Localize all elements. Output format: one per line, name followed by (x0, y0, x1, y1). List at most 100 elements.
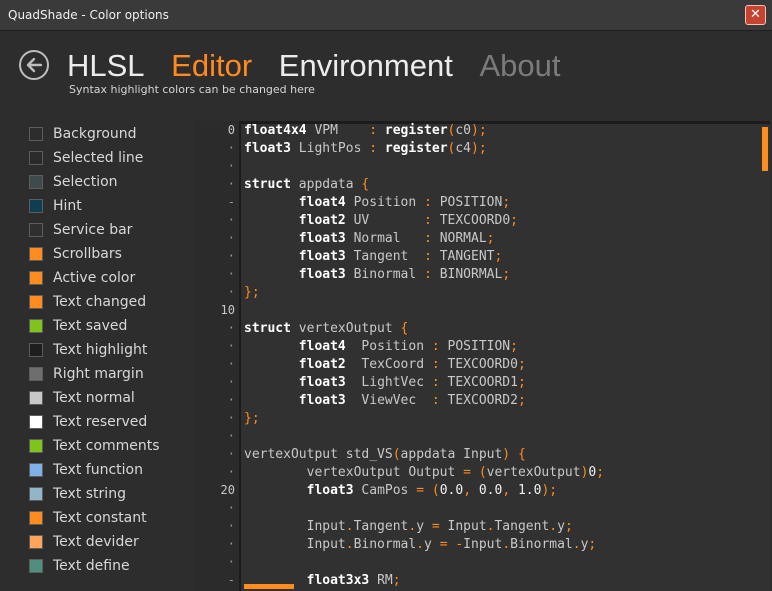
color-option-label: Text normal (53, 390, 135, 406)
line-number: · (227, 213, 235, 227)
color-swatch[interactable] (29, 559, 43, 573)
code-line: }; (244, 285, 260, 300)
color-option-item[interactable]: Text devider (29, 530, 189, 554)
color-option-item[interactable]: Right margin (29, 362, 189, 386)
code-token: float3 (244, 141, 291, 156)
code-line: float3 ViewVec : TEXCOORD2; (244, 393, 526, 408)
color-swatch[interactable] (29, 295, 43, 309)
color-swatch[interactable] (29, 463, 43, 477)
line-number: · (227, 429, 235, 443)
tab-environment[interactable]: Environment (279, 48, 453, 84)
code-line: Input.Binormal.y = -Input.Binormal.y; (244, 537, 597, 552)
color-swatch[interactable] (29, 247, 43, 261)
code-token: register (384, 123, 448, 138)
color-option-item[interactable]: Text comments (29, 434, 189, 458)
color-swatch[interactable] (29, 415, 43, 429)
color-swatch[interactable] (29, 127, 43, 141)
color-swatch[interactable] (29, 391, 43, 405)
code-token: appdata Input (400, 447, 503, 462)
line-number: · (227, 231, 235, 245)
code-line: float4x4 VPM : register(c0); (244, 123, 487, 138)
color-option-item[interactable]: Text changed (29, 290, 189, 314)
color-option-item[interactable]: Text define (29, 554, 189, 578)
line-number: · (227, 159, 235, 173)
color-option-item[interactable]: Service bar (29, 218, 189, 242)
tab-hlsl[interactable]: HLSL (67, 48, 145, 84)
color-swatch[interactable] (29, 175, 43, 189)
color-option-item[interactable]: Text reserved (29, 410, 189, 434)
code-token: RM (369, 573, 393, 588)
color-swatch[interactable] (29, 319, 43, 333)
code-token: struct (244, 177, 291, 192)
tab-about[interactable]: About (479, 48, 560, 84)
color-option-item[interactable]: Active color (29, 266, 189, 290)
code-token: : (369, 141, 378, 156)
color-option-item[interactable]: Selection (29, 170, 189, 194)
color-swatch[interactable] (29, 343, 43, 357)
color-option-item[interactable]: Text function (29, 458, 189, 482)
color-swatch[interactable] (29, 487, 43, 501)
color-option-label: Text changed (53, 294, 147, 310)
horizontal-scrollbar-thumb[interactable] (244, 584, 294, 589)
color-option-item[interactable]: Scrollbars (29, 242, 189, 266)
code-token: 1.0 (517, 483, 542, 498)
line-number: · (227, 285, 235, 299)
color-option-item[interactable]: Text constant (29, 506, 189, 530)
code-token: appdata (290, 177, 362, 192)
code-token: : (424, 195, 432, 210)
line-number: · (227, 357, 235, 371)
color-option-label: Right margin (53, 366, 144, 382)
code-token: ; (502, 195, 511, 210)
code-token: ; (517, 375, 526, 390)
code-token: }; (244, 411, 260, 426)
code-preview[interactable]: 0 · · · - · · · · · 10 · · · · · · · · · 20 · · · · - float4x4 VP… (196, 121, 770, 591)
code-token: TEXCOORD0 (439, 357, 518, 372)
color-option-item[interactable]: Hint (29, 194, 189, 218)
line-number: · (227, 249, 235, 263)
code-line: struct vertexOutput { (244, 321, 408, 336)
code-token: . (502, 537, 511, 552)
code-line: float3 CamPos = (0.0, 0.0, 1.0); (244, 483, 558, 498)
code-token: Binormal (510, 537, 573, 552)
color-option-label: Text function (53, 462, 143, 478)
color-option-item[interactable]: Text saved (29, 314, 189, 338)
color-option-item[interactable]: Background (29, 122, 189, 146)
color-swatch[interactable] (29, 223, 43, 237)
code-token: ( (478, 465, 487, 480)
color-swatch[interactable] (29, 199, 43, 213)
code-token: y (424, 537, 440, 552)
back-button[interactable] (19, 50, 49, 80)
code-token: = (416, 483, 425, 498)
color-swatch[interactable] (29, 511, 43, 525)
color-option-label: Hint (53, 198, 82, 214)
line-number: · (227, 267, 235, 281)
code-token: CamPos (353, 483, 417, 498)
code-token: : (431, 357, 440, 372)
code-token: : (424, 213, 432, 228)
tab-bar: HLSL Editor Environment About (67, 48, 578, 88)
close-button[interactable]: ✕ (745, 5, 766, 25)
color-option-item[interactable]: Text highlight (29, 338, 189, 362)
code-line: vertexOutput std_VS(appdata Input) { (244, 447, 526, 462)
color-swatch[interactable] (29, 535, 43, 549)
color-option-item[interactable]: Text normal (29, 386, 189, 410)
color-swatch[interactable] (29, 151, 43, 165)
color-option-item[interactable]: Selected line (29, 146, 189, 170)
color-option-item[interactable]: Text string (29, 482, 189, 506)
code-token: LightPos (290, 141, 370, 156)
code-token: ; (494, 249, 503, 264)
color-swatch[interactable] (29, 271, 43, 285)
color-swatch[interactable] (29, 367, 43, 381)
vertical-scrollbar-thumb[interactable] (762, 127, 768, 171)
line-number: · (227, 321, 235, 335)
code-token: ; (517, 357, 526, 372)
color-swatch[interactable] (29, 439, 43, 453)
tab-editor[interactable]: Editor (171, 48, 252, 84)
